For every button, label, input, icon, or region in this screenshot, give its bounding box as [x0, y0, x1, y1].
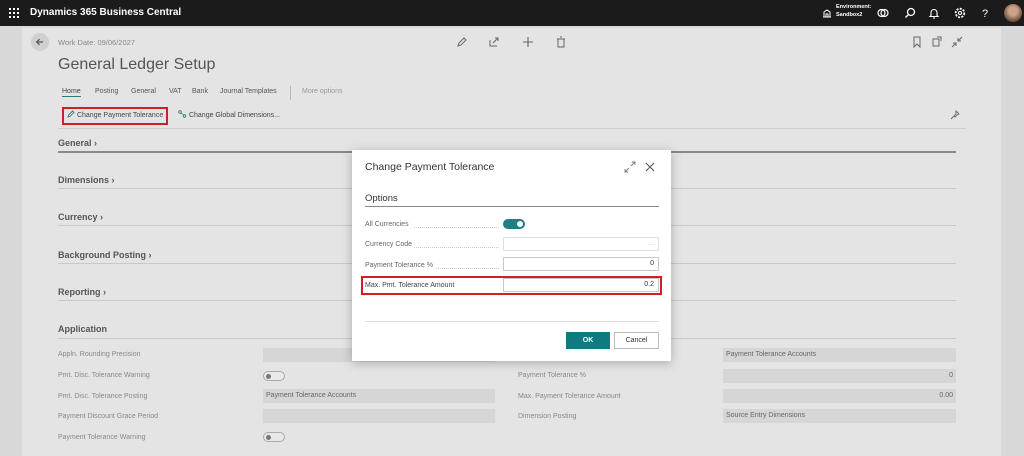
pmt-disc-tolerance-posting-select[interactable]: Payment Tolerance Accounts [263, 389, 495, 403]
payment-tolerance-pct-input[interactable]: 0 [723, 369, 956, 383]
back-arrow-icon [35, 38, 43, 46]
share-icon[interactable] [488, 36, 500, 48]
dimensions-icon [178, 110, 187, 118]
field-label: Payment Tolerance % [518, 372, 586, 379]
environment-name: Sandbox2 [836, 12, 863, 18]
section-reporting[interactable]: Reporting › [58, 287, 106, 297]
currency-code-lookup[interactable]: ... [648, 240, 654, 247]
currency-code-label: Currency Code [365, 241, 413, 248]
footer-divider [365, 321, 659, 322]
user-avatar[interactable] [1004, 4, 1022, 22]
change-global-dimensions-label: Change Global Dimensions... [188, 112, 281, 119]
payment-tolerance-posting-select[interactable]: Payment Tolerance Accounts [723, 348, 956, 362]
more-options[interactable]: More options [302, 88, 342, 95]
section-currency[interactable]: Currency › [58, 212, 103, 222]
top-bar: Dynamics 365 Business Central Environmen… [0, 0, 1024, 26]
svg-text:?: ? [982, 8, 988, 20]
dimension-posting-select[interactable]: Source Entry Dimensions [723, 409, 956, 423]
tab-separator [290, 86, 291, 100]
field-label: Appln. Rounding Precision [58, 351, 141, 358]
options-section-title: Options [365, 193, 398, 204]
payment-tolerance-pct-label: Payment Tolerance % [365, 262, 433, 269]
tab-general[interactable]: General [131, 88, 156, 95]
tab-home[interactable]: Home [62, 88, 81, 97]
leader-dots [414, 227, 499, 228]
field-label: Dimension Posting [518, 413, 577, 420]
section-background-posting[interactable]: Background Posting › [58, 250, 152, 260]
tab-bank[interactable]: Bank [192, 88, 208, 95]
payment-tolerance-pct-input[interactable]: 0 [503, 257, 659, 271]
section-dimensions[interactable]: Dimensions › [58, 175, 115, 185]
help-icon[interactable]: ? [978, 6, 992, 20]
change-payment-tolerance-dialog: Change Payment Tolerance Options All Cur… [352, 150, 671, 361]
environment-info[interactable]: Environment: Sandbox2 [836, 3, 871, 19]
collapse-icon[interactable] [951, 36, 963, 48]
environment-label: Environment: [836, 4, 872, 10]
section-divider [365, 206, 659, 207]
pmt-disc-tolerance-warning-toggle[interactable] [263, 371, 285, 381]
leader-dots [436, 268, 499, 269]
field-label: Pmt. Disc. Tolerance Warning [58, 372, 150, 379]
open-new-window-icon[interactable] [931, 36, 943, 48]
field-label: Payment Discount Grace Period [58, 413, 158, 420]
notifications-icon[interactable] [927, 6, 941, 20]
edit-pencil-icon[interactable] [456, 36, 468, 48]
all-currencies-toggle[interactable] [503, 219, 525, 229]
tab-posting[interactable]: Posting [95, 88, 118, 95]
field-label: Payment Tolerance Warning [58, 434, 146, 441]
field-label: Pmt. Disc. Tolerance Posting [58, 393, 148, 400]
toolbar-divider [58, 128, 966, 129]
payment-tolerance-warning-toggle[interactable] [263, 432, 285, 442]
section-general[interactable]: General › [58, 138, 97, 148]
change-payment-tolerance-button[interactable]: Change Payment Tolerance [62, 107, 168, 125]
expand-icon[interactable] [624, 161, 636, 173]
bookmark-icon[interactable] [911, 36, 923, 48]
max-payment-tolerance-amount-input[interactable]: 0.00 [723, 389, 956, 403]
all-currencies-label: All Currencies [365, 221, 409, 228]
pin-icon[interactable] [950, 110, 960, 120]
ok-button[interactable]: OK [566, 332, 610, 349]
page-title: General Ledger Setup [58, 56, 216, 73]
close-icon[interactable] [644, 161, 656, 173]
change-payment-tolerance-label: Change Payment Tolerance [76, 112, 164, 119]
change-global-dimensions-button[interactable]: Change Global Dimensions... [178, 110, 280, 119]
leader-dots [414, 247, 499, 248]
delete-trash-icon[interactable] [555, 36, 567, 48]
app-launcher-icon[interactable] [9, 8, 19, 18]
settings-gear-icon[interactable] [953, 6, 967, 20]
cancel-button[interactable]: Cancel [614, 332, 659, 349]
tab-vat[interactable]: VAT [169, 88, 182, 95]
max-pmt-tolerance-amount-input[interactable]: 0.2 [503, 278, 659, 292]
payment-discount-grace-period-input[interactable] [263, 409, 495, 423]
back-button[interactable] [31, 33, 49, 51]
copilot-icon[interactable] [876, 6, 890, 20]
environment-icon [823, 9, 831, 18]
work-date: Work Date: 09/06/2027 [58, 38, 135, 47]
new-plus-icon[interactable] [522, 36, 534, 48]
app-title[interactable]: Dynamics 365 Business Central [30, 7, 181, 18]
edit-doc-icon [67, 110, 75, 118]
max-pmt-tolerance-amount-label: Max. Pmt. Tolerance Amount [365, 282, 455, 289]
section-application[interactable]: Application [58, 324, 107, 334]
field-label: Max. Payment Tolerance Amount [518, 393, 621, 400]
dialog-title: Change Payment Tolerance [365, 161, 495, 173]
search-icon[interactable] [903, 6, 917, 20]
tab-journal-templates[interactable]: Journal Templates [220, 88, 277, 95]
currency-code-input[interactable]: ... [503, 237, 659, 251]
